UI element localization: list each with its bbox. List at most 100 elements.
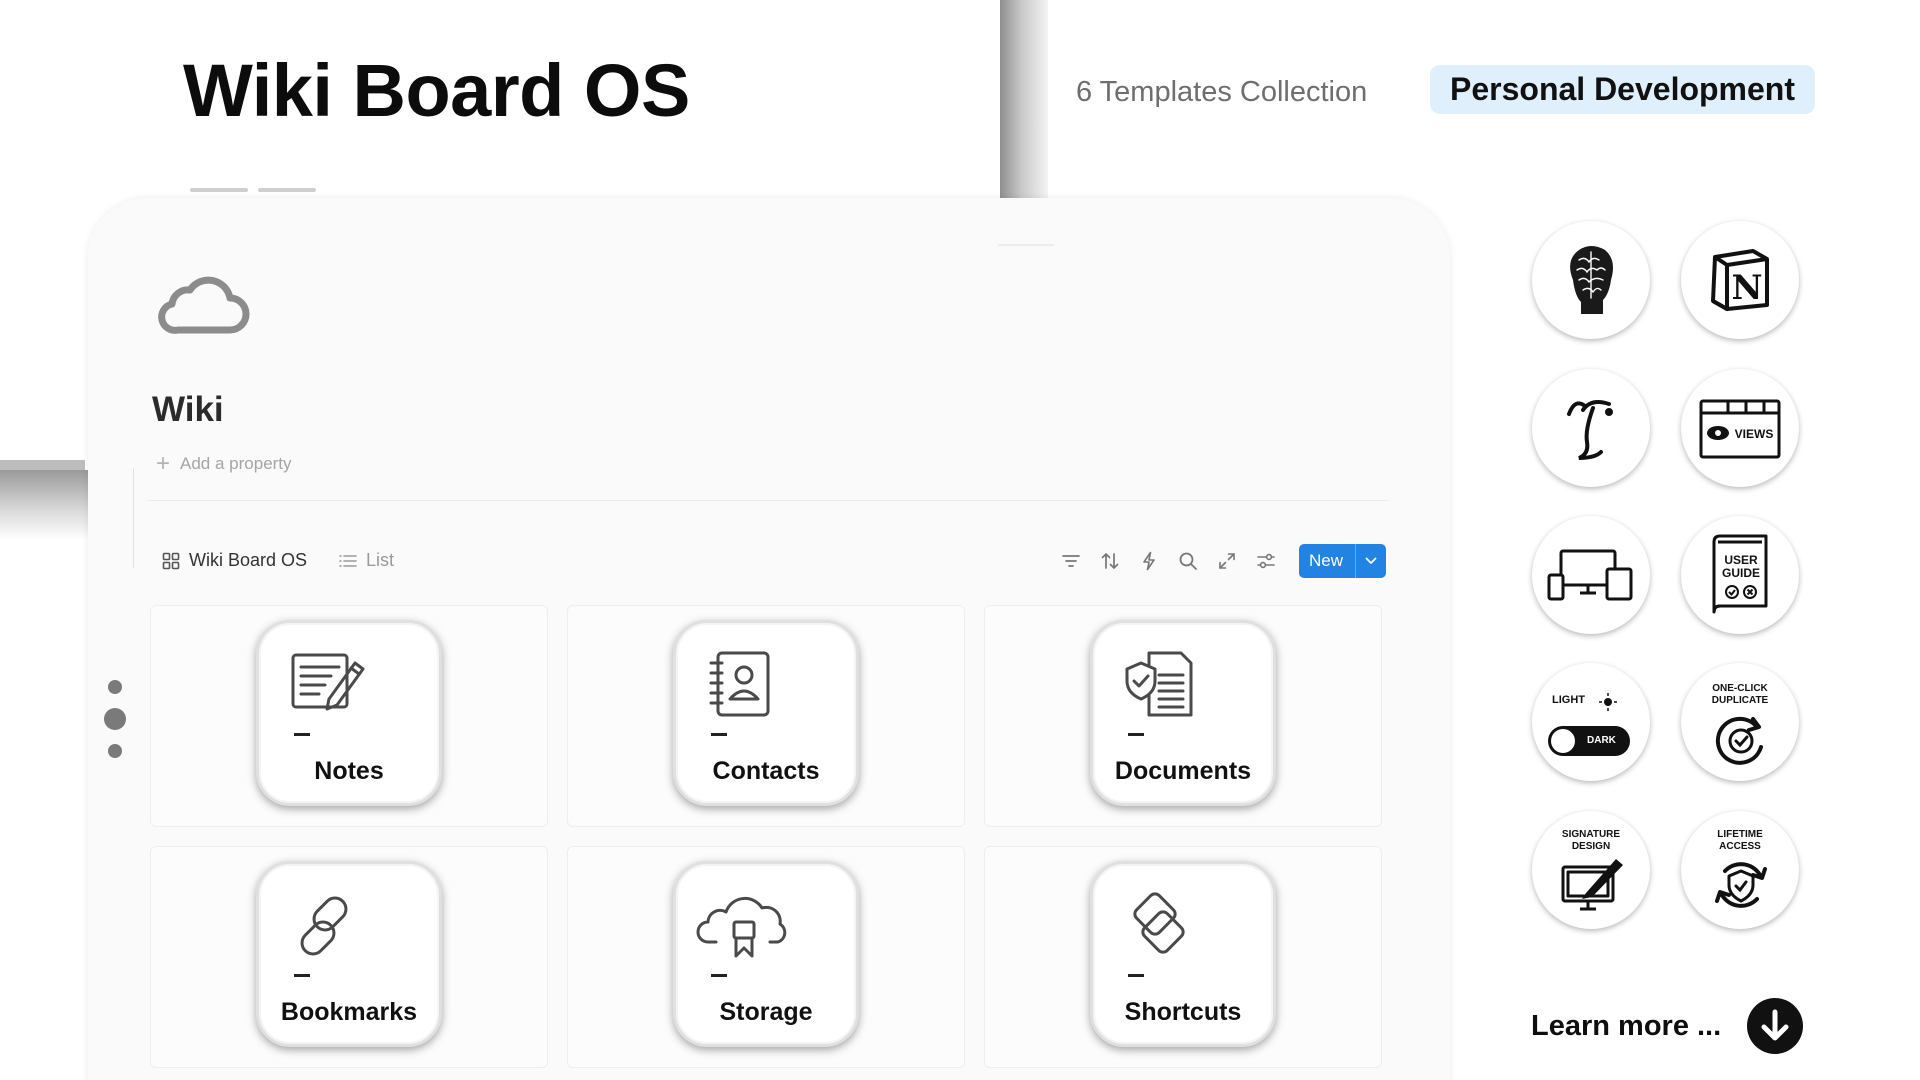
dash: [1128, 974, 1144, 977]
add-property-label: Add a property: [180, 454, 292, 473]
toggle-knob: [1551, 729, 1575, 753]
carousel-dots: [104, 680, 126, 758]
settings-button[interactable]: [1246, 543, 1285, 579]
card-tile: Notes: [256, 620, 442, 806]
divider: [148, 500, 1388, 501]
card-label: Contacts: [712, 757, 820, 785]
card-label: Documents: [1114, 757, 1252, 785]
divider: [998, 244, 1054, 246]
signature-text-1: SIGNATURE: [1561, 829, 1621, 840]
card-tile: Documents: [1090, 620, 1276, 806]
storage-icon: [696, 896, 787, 958]
background-shadow: [1000, 0, 1048, 200]
views-text: VIEWS: [1735, 427, 1774, 441]
notion-letter: N: [1731, 268, 1762, 308]
gallery-card-documents[interactable]: Documents: [984, 605, 1382, 827]
new-button[interactable]: New: [1299, 544, 1387, 578]
sort-icon: [1101, 553, 1118, 569]
lifetime-access-icon: LIFETIME ACCESS: [1681, 811, 1799, 929]
card-label: Bookmarks: [280, 998, 418, 1026]
category-badge: Personal Development: [1430, 65, 1815, 114]
user-guide-icon: USER GUIDE: [1681, 516, 1799, 634]
devices-icon: [1532, 516, 1650, 634]
background-shadow-bottom: [0, 470, 90, 540]
dash: [711, 733, 727, 736]
dash: [294, 733, 310, 736]
duplicate-text-2: DUPLICATE: [1711, 695, 1769, 706]
user-guide-text-2: GUIDE: [1722, 566, 1760, 580]
filter-button[interactable]: [1051, 543, 1090, 579]
duplicate-text-1: ONE-CLICK: [1712, 683, 1768, 694]
search-icon: [1179, 552, 1197, 570]
automation-icon: [1142, 551, 1155, 571]
user-guide-text-1: USER: [1724, 553, 1758, 567]
gallery-card-bookmarks[interactable]: Bookmarks: [150, 846, 548, 1068]
views-window-icon: VIEWS: [1681, 369, 1799, 487]
dash: [711, 974, 727, 977]
list-icon: [339, 554, 357, 567]
card-tile: Shortcuts: [1090, 861, 1276, 1047]
card-tile: Bookmarks: [256, 861, 442, 1047]
shortcuts-icon: [1133, 892, 1185, 954]
sort-button[interactable]: [1090, 543, 1129, 579]
carousel-dot-active[interactable]: [104, 708, 126, 730]
carousel-dot[interactable]: [108, 680, 122, 694]
dark-text: DARK: [1587, 735, 1616, 746]
new-button-label: New: [1299, 544, 1357, 578]
gallery-card-storage[interactable]: Storage: [567, 846, 965, 1068]
gallery-card-contacts[interactable]: Contacts: [567, 605, 965, 827]
card-tile: Contacts: [673, 620, 859, 806]
documents-icon: [1125, 651, 1193, 717]
card-label: Shortcuts: [1124, 998, 1242, 1026]
plus-icon: +: [156, 450, 171, 477]
signature-design-icon: SIGNATURE DESIGN: [1532, 811, 1650, 929]
gallery-card-shortcuts[interactable]: Shortcuts: [984, 846, 1382, 1068]
learn-more-label: Learn more ...: [1531, 1009, 1722, 1042]
card-tile: Storage: [673, 861, 859, 1047]
settings-icon: [1256, 553, 1275, 569]
add-property-button[interactable]: + Add a property: [156, 452, 292, 476]
brain-head-icon: [1532, 221, 1650, 339]
bookmarks-icon: [300, 896, 348, 956]
notes-icon: [291, 653, 365, 711]
card-label: Storage: [719, 998, 813, 1026]
page-title[interactable]: Wiki: [152, 390, 224, 430]
filter-icon: [1061, 555, 1080, 567]
automation-button[interactable]: [1129, 543, 1168, 579]
notion-logo-icon: N: [1681, 221, 1799, 339]
minimal-design-icon: [1532, 369, 1650, 487]
tab-label: Wiki Board OS: [189, 550, 308, 570]
tab-list[interactable]: List: [339, 550, 394, 571]
cloud-icon[interactable]: [154, 268, 250, 338]
database-toolbar: New: [1051, 543, 1387, 579]
gallery-grid: Notes Contacts Documents Bookmarks Stora…: [150, 605, 1382, 1068]
lifetime-text-1: LIFETIME: [1717, 829, 1763, 840]
tab-label: List: [366, 550, 395, 570]
tab-wiki-board-os[interactable]: Wiki Board OS: [162, 550, 307, 571]
gallery-icon: [162, 552, 180, 569]
chevron-down-icon[interactable]: [1356, 544, 1386, 578]
carousel-dot[interactable]: [108, 744, 122, 758]
light-dark-toggle-icon: LIGHT DARK: [1532, 663, 1650, 781]
search-button[interactable]: [1168, 543, 1207, 579]
title-underline: [190, 188, 316, 192]
notion-window: Wiki + Add a property Wiki Board OS List…: [88, 198, 1450, 1080]
signature-text-2: DESIGN: [1571, 841, 1611, 852]
view-tabs: Wiki Board OS List: [162, 550, 394, 571]
arrow-down-icon[interactable]: [1747, 998, 1804, 1054]
light-text: LIGHT: [1552, 694, 1585, 706]
expand-button[interactable]: [1207, 543, 1246, 579]
expand-icon: [1218, 553, 1235, 569]
card-label: Notes: [314, 757, 384, 785]
dash: [1128, 733, 1144, 736]
divider: [133, 468, 134, 568]
dash: [294, 974, 310, 977]
collection-label: 6 Templates Collection: [1076, 76, 1368, 108]
sun-icon: [1599, 693, 1617, 711]
one-click-duplicate-icon: ONE-CLICK DUPLICATE: [1681, 663, 1799, 781]
contacts-icon: [709, 651, 770, 717]
gallery-card-notes[interactable]: Notes: [150, 605, 548, 827]
learn-more-link[interactable]: Learn more ...: [1531, 998, 1804, 1054]
main-title: Wiki Board OS: [183, 49, 690, 132]
lifetime-text-2: ACCESS: [1719, 841, 1761, 852]
